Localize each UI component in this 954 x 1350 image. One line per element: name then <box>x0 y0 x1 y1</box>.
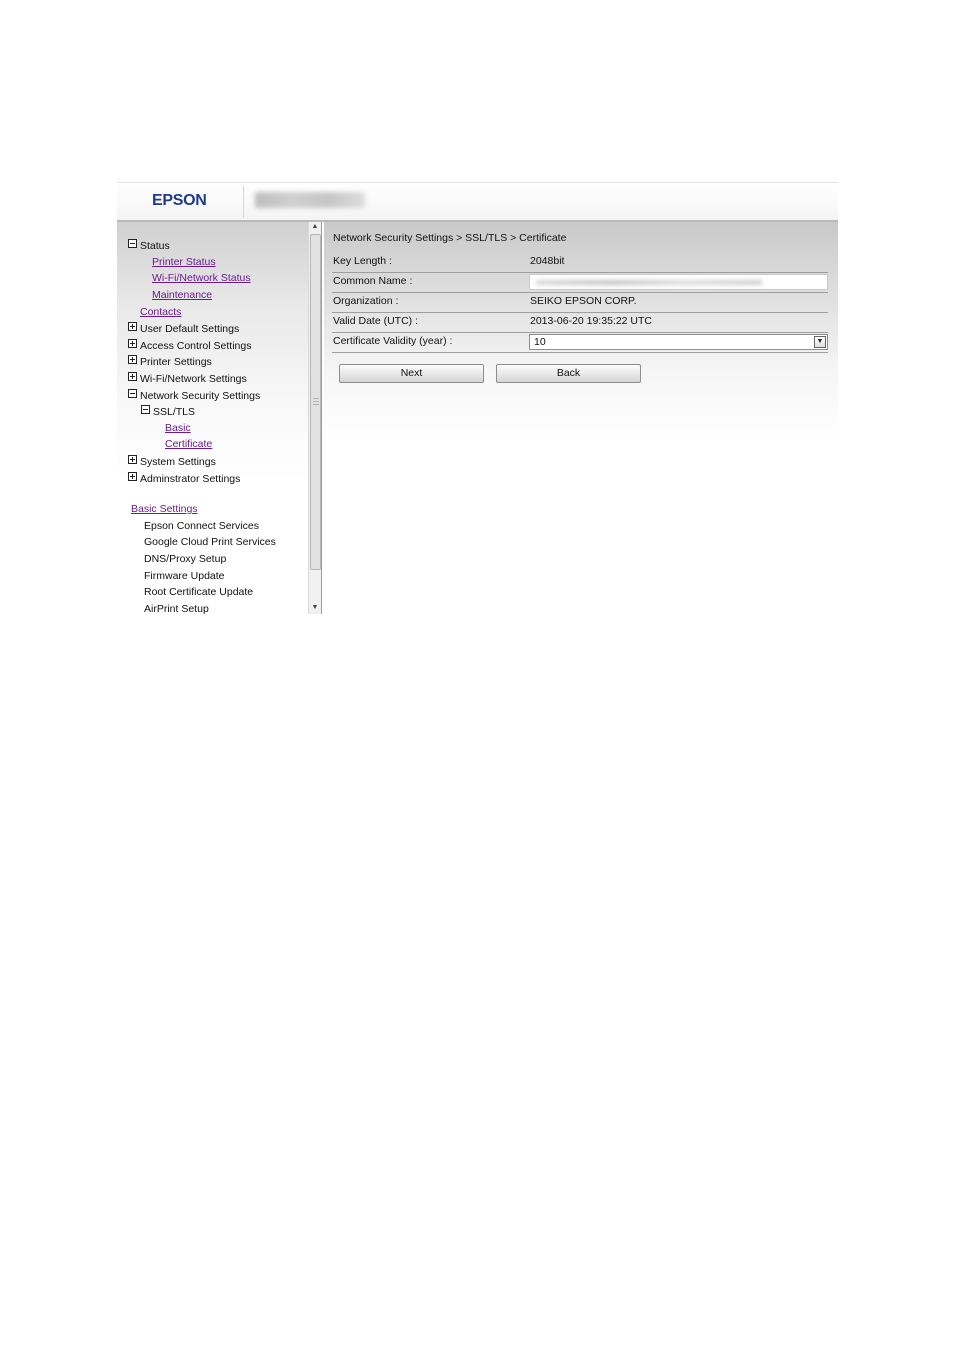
field-label: Key Length : <box>333 255 392 267</box>
field-value: SEIKO EPSON CORP. <box>530 295 637 307</box>
sidebar-link-wifi-network-status[interactable]: Wi-Fi/Network Status <box>152 272 251 285</box>
breadcrumb: Network Security Settings > SSL/TLS > Ce… <box>333 232 567 244</box>
printer-model-name-obscured <box>255 192 365 208</box>
sidebar-item-google-cloud-print-services[interactable]: Google Cloud Print Services <box>144 536 276 549</box>
sidebar-scrollbar[interactable]: ▲ — — — ▼ <box>308 222 322 614</box>
sidebar-item-administrator-settings[interactable]: Adminstrator Settings <box>128 472 240 486</box>
sidebar-item-access-control-settings[interactable]: Access Control Settings <box>128 339 251 353</box>
sidebar-item-ssl-tls[interactable]: SSL/TLS <box>141 405 195 419</box>
header-divider <box>243 186 244 218</box>
epson-logo: EPSON <box>152 192 207 209</box>
browser-page-frame: EPSON Status Printer Status Wi-Fi/Networ… <box>117 182 838 614</box>
collapse-icon[interactable] <box>128 389 137 398</box>
field-row-common-name: Common Name : <box>332 272 828 293</box>
sidebar-link-basic-settings[interactable]: Basic Settings <box>131 503 198 516</box>
sidebar-link-printer-status[interactable]: Printer Status <box>152 256 216 269</box>
sidebar-link-maintenance[interactable]: Maintenance <box>152 289 212 302</box>
field-label: Organization : <box>333 295 399 307</box>
field-value: 2013-06-20 19:35:22 UTC <box>530 315 652 327</box>
sidebar-item-epson-connect-services[interactable]: Epson Connect Services <box>144 520 259 533</box>
sidebar-link-basic[interactable]: Basic <box>165 422 191 435</box>
scrollbar-thumb[interactable]: — — — <box>310 234 321 570</box>
sidebar-menu: Status Printer Status Wi-Fi/Network Stat… <box>117 222 311 614</box>
sidebar-item-wifi-network-settings[interactable]: Wi-Fi/Network Settings <box>128 372 247 386</box>
sidebar-item-airprint-setup[interactable]: AirPrint Setup <box>144 603 209 614</box>
sidebar-item-printer-settings[interactable]: Printer Settings <box>128 355 212 369</box>
sidebar-item-system-settings[interactable]: System Settings <box>128 455 216 469</box>
field-label: Valid Date (UTC) : <box>333 315 418 327</box>
back-button[interactable]: Back <box>496 364 641 383</box>
field-value: 2048bit <box>530 255 565 267</box>
field-row-valid-date: Valid Date (UTC) : 2013-06-20 19:35:22 U… <box>332 312 828 333</box>
sidebar-item-root-certificate-update[interactable]: Root Certificate Update <box>144 586 253 599</box>
field-row-key-length: Key Length : 2048bit <box>332 252 828 273</box>
scroll-up-arrow-icon[interactable]: ▲ <box>309 222 321 232</box>
sidebar-item-network-security-settings[interactable]: Network Security Settings <box>128 389 260 403</box>
dropdown-arrow-icon[interactable]: ▼ <box>814 336 826 348</box>
field-row-certificate-validity: Certificate Validity (year) : 10 ▼ <box>332 332 828 353</box>
next-button[interactable]: Next <box>339 364 484 383</box>
expand-icon[interactable] <box>128 472 137 481</box>
grip-icon: — — — <box>313 396 319 408</box>
collapse-icon[interactable] <box>128 239 137 248</box>
scroll-down-arrow-icon[interactable]: ▼ <box>309 603 321 613</box>
sidebar-item-dns-proxy-setup[interactable]: DNS/Proxy Setup <box>144 553 226 566</box>
certificate-validity-select[interactable]: 10 ▼ <box>529 334 828 350</box>
sidebar-item-firmware-update[interactable]: Firmware Update <box>144 570 225 583</box>
collapse-icon[interactable] <box>141 405 150 414</box>
sidebar-link-contacts[interactable]: Contacts <box>140 306 181 319</box>
field-label: Certificate Validity (year) : <box>333 335 453 347</box>
sidebar-link-certificate[interactable]: Certificate <box>165 438 212 451</box>
sidebar-item-user-default-settings[interactable]: User Default Settings <box>128 322 239 336</box>
main-content: Network Security Settings > SSL/TLS > Ce… <box>324 222 838 614</box>
sidebar-item-status[interactable]: Status <box>128 239 170 253</box>
header-bar: EPSON <box>117 182 838 222</box>
expand-icon[interactable] <box>128 355 137 364</box>
common-name-field[interactable] <box>529 274 828 290</box>
expand-icon[interactable] <box>128 322 137 331</box>
field-row-organization: Organization : SEIKO EPSON CORP. <box>332 292 828 313</box>
expand-icon[interactable] <box>128 339 137 348</box>
expand-icon[interactable] <box>128 455 137 464</box>
obscured-value <box>536 280 762 285</box>
field-label: Common Name : <box>333 275 413 287</box>
selected-value: 10 <box>534 336 546 348</box>
expand-icon[interactable] <box>128 372 137 381</box>
